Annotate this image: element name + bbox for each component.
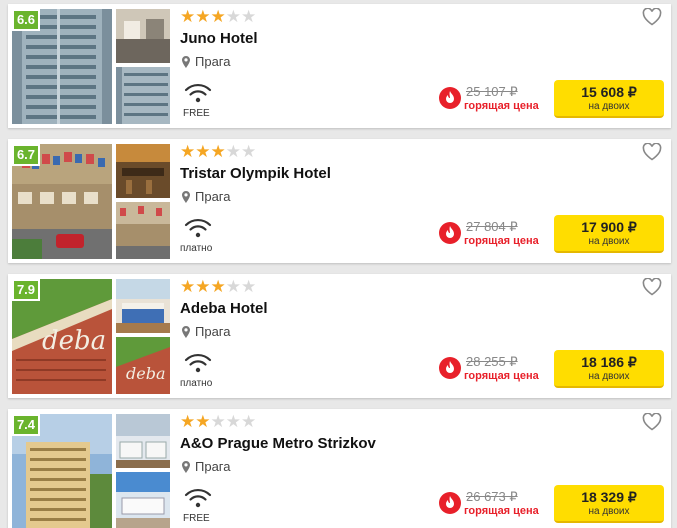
star-rating: ★★★★★ [180,142,257,161]
rating-badge: 7.4 [12,414,40,436]
hotel-card[interactable]: 6.6 ★★★★★ Juno Hotel Прага FREE 25 107 ₽… [8,4,671,128]
wifi-icon [184,487,212,509]
old-price: 26 673 ₽ [466,489,518,504]
wifi-status: FREE [183,108,210,119]
hotel-thumb-photo[interactable] [116,472,170,528]
wifi-status: платно [180,378,213,389]
star-rating: ★★★★★ [180,277,257,296]
old-price: 27 804 ₽ [466,219,518,234]
svg-text:deba: deba [42,326,106,356]
svg-text:deba: deba [126,364,166,383]
hotel-name[interactable]: Juno Hotel [180,30,258,47]
fire-icon [439,492,461,514]
fire-icon [439,87,461,109]
old-price: 25 107 ₽ [466,84,518,99]
price-button[interactable]: 15 608 ₽ на двоих [554,80,664,118]
hotel-location: Прага [182,54,231,69]
hot-price-label: горящая цена [464,370,539,382]
rating-badge: 6.6 [12,9,40,31]
hot-price-label: горящая цена [464,100,539,112]
price-per-label: на двоих [588,101,630,112]
map-pin-icon [182,325,190,338]
map-pin-icon [182,55,190,68]
rating-badge: 6.7 [12,144,40,166]
heart-icon[interactable] [642,413,662,431]
hotel-thumb-photo[interactable]: deba [116,337,170,394]
price-button[interactable]: 17 900 ₽ на двоих [554,215,664,253]
heart-icon[interactable] [642,143,662,161]
hotel-card[interactable]: 6.7 ★★★★★ Tristar Olympik Hotel Прага пл… [8,139,671,263]
price-value: 15 608 ₽ [581,84,637,100]
price-button[interactable]: 18 186 ₽ на двоих [554,350,664,388]
map-pin-icon [182,190,190,203]
star-rating: ★★★★★ [180,7,257,26]
location-label: Прага [195,459,231,474]
hotel-card[interactable]: 7.4 ★★★★★ A&O Prague Metro Strizkov Праг… [8,409,671,528]
heart-icon[interactable] [642,8,662,26]
hotel-name[interactable]: A&O Prague Metro Strizkov [180,435,376,452]
hotel-thumb-photo[interactable] [116,9,170,63]
wifi-icon [184,82,212,104]
price-value: 18 329 ₽ [581,489,637,505]
wifi-icon [184,217,212,239]
map-pin-icon [182,460,190,473]
hotel-thumb-photo[interactable] [116,279,170,333]
price-per-label: на двоих [588,236,630,247]
hot-price-label: горящая цена [464,505,539,517]
hotel-location: Прага [182,324,231,339]
old-price: 28 255 ₽ [466,354,518,369]
location-label: Прага [195,189,231,204]
heart-icon[interactable] [642,278,662,296]
price-button[interactable]: 18 329 ₽ на двоих [554,485,664,523]
rating-badge: 7.9 [12,279,40,301]
hotel-name[interactable]: Tristar Olympik Hotel [180,165,331,182]
wifi-icon [184,352,212,374]
hot-price-label: горящая цена [464,235,539,247]
hotel-list: 6.6 ★★★★★ Juno Hotel Прага FREE 25 107 ₽… [0,0,677,528]
hotel-location: Прага [182,459,231,474]
hotel-name[interactable]: Adeba Hotel [180,300,268,317]
hotel-thumb-photo[interactable] [116,202,170,259]
price-value: 17 900 ₽ [581,219,637,235]
location-label: Прага [195,54,231,69]
hotel-thumb-photo[interactable] [116,67,170,124]
hotel-thumb-photo[interactable] [116,414,170,468]
wifi-status: платно [180,243,213,254]
location-label: Прага [195,324,231,339]
fire-icon [439,222,461,244]
price-value: 18 186 ₽ [581,354,637,370]
fire-icon [439,357,461,379]
price-per-label: на двоих [588,371,630,382]
price-per-label: на двоих [588,506,630,517]
hotel-thumb-photo[interactable] [116,144,170,198]
wifi-status: FREE [183,513,210,524]
hotel-location: Прага [182,189,231,204]
hotel-card[interactable]: deba 7.9 deba ★★★★★ Adeba Hotel Прага пл… [8,274,671,398]
star-rating: ★★★★★ [180,412,257,431]
